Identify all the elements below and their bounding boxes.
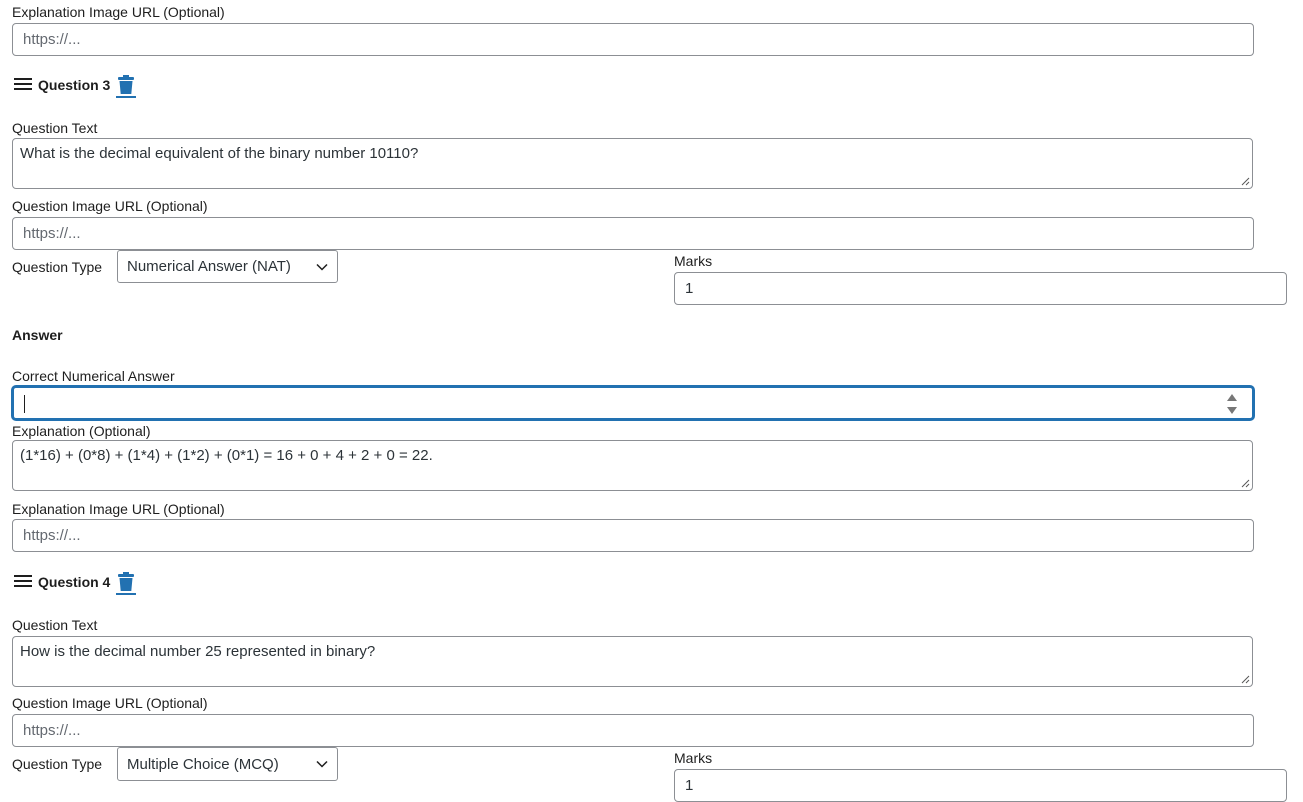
question-text-textarea[interactable]: How is the decimal number 25 represented…	[12, 636, 1253, 687]
placeholder-text: https://...	[23, 527, 81, 544]
explanation-label: Explanation (Optional)	[12, 423, 151, 439]
question-image-label: Question Image URL (Optional)	[12, 695, 208, 711]
question-image-url-input[interactable]: https://...	[12, 714, 1254, 747]
question-text-label: Question Text	[12, 120, 98, 136]
question-type-label: Question Type	[12, 259, 103, 275]
question-text-value: What is the decimal equivalent of the bi…	[20, 145, 419, 162]
question-type-select[interactable]: Numerical Answer (NAT)	[117, 250, 338, 283]
answer-heading: Answer	[12, 327, 63, 343]
resize-grip-icon[interactable]	[1241, 675, 1250, 684]
question-type-value: Numerical Answer (NAT)	[127, 258, 291, 275]
explanation-textarea[interactable]: (1*16) + (0*8) + (1*4) + (1*2) + (0*1) =…	[12, 440, 1253, 491]
question-type-label: Question Type	[12, 756, 103, 772]
marks-value: 1	[685, 777, 694, 794]
question-4-header: Question 4	[14, 568, 137, 596]
question-title: Question 4	[38, 574, 111, 590]
question-text-value: How is the decimal number 25 represented…	[20, 643, 376, 660]
marks-value: 1	[685, 280, 694, 297]
marks-label: Marks	[674, 253, 713, 269]
text-cursor	[24, 395, 25, 413]
chevron-down-icon	[316, 760, 328, 768]
resize-grip-icon[interactable]	[1241, 479, 1250, 488]
explanation-image-label: Explanation Image URL (Optional)	[12, 4, 225, 20]
explanation-value: (1*16) + (0*8) + (1*4) + (1*2) + (0*1) =…	[20, 447, 433, 464]
placeholder-text: https://...	[23, 31, 81, 48]
question-type-select[interactable]: Multiple Choice (MCQ)	[117, 747, 338, 781]
hamburger-icon[interactable]	[14, 574, 32, 591]
placeholder-text: https://...	[23, 722, 81, 739]
delete-question-button[interactable]	[116, 569, 137, 595]
question-image-label: Question Image URL (Optional)	[12, 198, 208, 214]
question-title: Question 3	[38, 77, 111, 93]
question-text-textarea[interactable]: What is the decimal equivalent of the bi…	[12, 138, 1253, 189]
marks-input[interactable]: 1	[674, 769, 1287, 802]
hamburger-icon[interactable]	[14, 77, 32, 94]
number-spinner-icon[interactable]	[1226, 392, 1238, 416]
chevron-down-icon	[316, 263, 328, 271]
question-3-header: Question 3	[14, 71, 137, 99]
resize-grip-icon[interactable]	[1241, 177, 1250, 186]
explanation-image-url-input[interactable]: https://...	[12, 519, 1254, 552]
trash-icon	[118, 572, 135, 591]
explanation-image-url-input[interactable]: https://...	[12, 23, 1254, 56]
question-image-url-input[interactable]: https://...	[12, 217, 1254, 250]
correct-answer-input[interactable]	[12, 386, 1254, 420]
trash-icon	[118, 75, 135, 94]
question-type-value: Multiple Choice (MCQ)	[127, 755, 279, 773]
placeholder-text: https://...	[23, 225, 81, 242]
delete-question-button[interactable]	[116, 72, 137, 98]
marks-input[interactable]: 1	[674, 272, 1287, 305]
correct-answer-label: Correct Numerical Answer	[12, 368, 175, 384]
marks-label: Marks	[674, 750, 713, 766]
explanation-image-label: Explanation Image URL (Optional)	[12, 501, 225, 517]
question-text-label: Question Text	[12, 617, 98, 633]
